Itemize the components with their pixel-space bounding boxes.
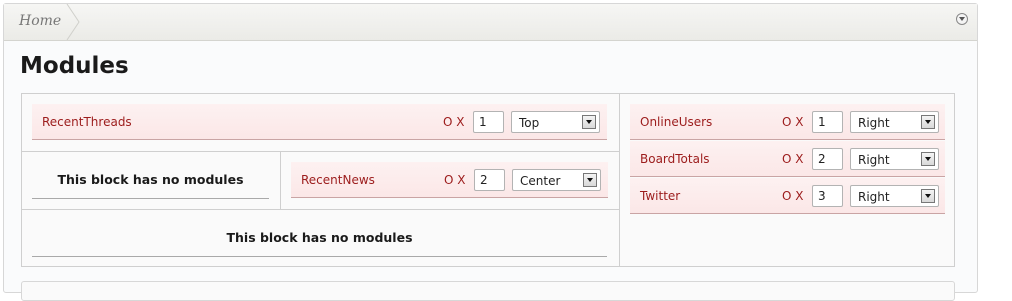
module-order-input[interactable] xyxy=(812,148,843,170)
divider xyxy=(32,198,269,199)
block-bottom: This block has no modules xyxy=(22,210,620,266)
module-row-recentthreads: RecentThreads O X Top xyxy=(32,104,607,140)
divider xyxy=(32,256,607,257)
block-middle-right: RecentNews O X Center xyxy=(281,152,620,210)
chevron-down-circle-icon[interactable] xyxy=(956,13,968,25)
module-row-recentnews: RecentNews O X Center xyxy=(291,162,608,198)
module-position-select[interactable]: Right xyxy=(850,148,939,170)
module-position-select[interactable]: Center xyxy=(512,169,601,191)
module-options-link[interactable]: O xyxy=(782,189,791,203)
select-value: Top xyxy=(519,116,540,130)
module-options-link[interactable]: O xyxy=(782,115,791,129)
empty-block-message: This block has no modules xyxy=(226,230,413,245)
module-layout-panel: RecentThreads O X Top This block has no … xyxy=(21,93,955,267)
module-remove-link[interactable]: X xyxy=(795,115,803,129)
module-order-input[interactable] xyxy=(473,111,504,133)
module-actions: O X xyxy=(782,152,804,166)
module-order-input[interactable] xyxy=(474,169,505,191)
module-options-link[interactable]: O xyxy=(443,115,452,129)
module-remove-link[interactable]: X xyxy=(795,152,803,166)
breadcrumb-home-link[interactable]: Home xyxy=(19,13,61,29)
block-side: OnlineUsers O X Right BoardTotals O X Ri… xyxy=(620,94,954,266)
dropdown-arrow-icon[interactable] xyxy=(921,189,935,203)
dropdown-arrow-icon[interactable] xyxy=(921,152,935,166)
module-name-link[interactable]: RecentThreads xyxy=(42,115,132,129)
module-options-link[interactable]: O xyxy=(782,152,791,166)
select-value: Right xyxy=(858,153,890,167)
module-actions: O X xyxy=(443,115,465,129)
select-value: Right xyxy=(858,116,890,130)
select-value: Center xyxy=(520,174,561,188)
module-remove-link[interactable]: X xyxy=(457,173,465,187)
module-actions: O X xyxy=(782,115,804,129)
module-position-select[interactable]: Right xyxy=(850,111,939,133)
block-middle-left: This block has no modules xyxy=(22,152,281,210)
module-position-select[interactable]: Right xyxy=(850,185,939,207)
module-row-boardtotals: BoardTotals O X Right xyxy=(630,141,945,177)
module-name-link[interactable]: OnlineUsers xyxy=(640,115,712,129)
module-actions: O X xyxy=(444,173,466,187)
select-value: Right xyxy=(858,190,890,204)
breadcrumb-bar: Home xyxy=(4,4,977,41)
page-title: Modules xyxy=(20,53,129,79)
module-row-onlineusers: OnlineUsers O X Right xyxy=(630,104,945,140)
module-options-link[interactable]: O xyxy=(444,173,453,187)
module-order-input[interactable] xyxy=(812,111,843,133)
module-actions: O X xyxy=(782,189,804,203)
module-remove-link[interactable]: X xyxy=(456,115,464,129)
dropdown-arrow-icon[interactable] xyxy=(583,173,597,187)
module-name-link[interactable]: RecentNews xyxy=(301,173,375,187)
module-row-twitter: Twitter O X Right xyxy=(630,178,945,214)
module-position-select[interactable]: Top xyxy=(511,111,600,133)
lower-panel xyxy=(21,281,955,301)
module-remove-link[interactable]: X xyxy=(795,189,803,203)
module-name-link[interactable]: BoardTotals xyxy=(640,152,710,166)
module-name-link[interactable]: Twitter xyxy=(640,189,680,203)
dropdown-arrow-icon[interactable] xyxy=(582,115,596,129)
breadcrumb: Home xyxy=(4,4,80,40)
empty-block-message: This block has no modules xyxy=(57,172,244,187)
block-top: RecentThreads O X Top xyxy=(22,94,620,152)
dropdown-arrow-icon[interactable] xyxy=(921,115,935,129)
module-order-input[interactable] xyxy=(812,185,843,207)
